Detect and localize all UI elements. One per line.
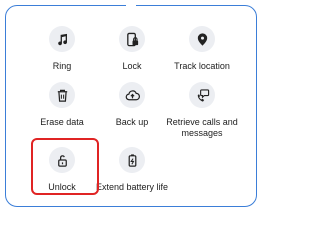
battery-icon: [119, 147, 145, 173]
chat-phone-icon: [189, 82, 215, 108]
phone-lock-icon: [119, 26, 145, 52]
unlock-highlight-box: [31, 138, 99, 195]
music-note-icon: [49, 26, 75, 52]
retrieve-calls-option[interactable]: Retrieve calls and messages: [160, 82, 244, 139]
track-location-option[interactable]: Track location: [160, 26, 244, 72]
cloud-upload-icon: [119, 82, 145, 108]
extend-battery-label: Extend battery life: [95, 182, 169, 192]
retrieve-calls-label: Retrieve calls and messages: [166, 117, 238, 138]
trash-icon: [49, 82, 75, 108]
track-location-label: Track location: [174, 61, 230, 71]
location-pin-icon: [189, 26, 215, 52]
extend-battery-option[interactable]: Extend battery life: [90, 147, 174, 193]
